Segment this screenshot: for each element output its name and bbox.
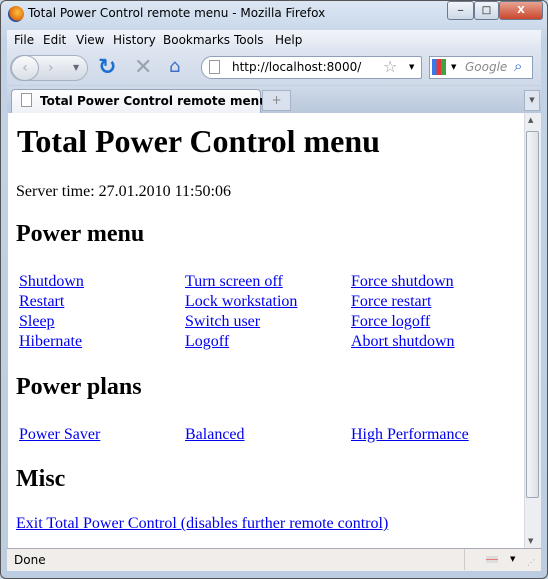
status-addon-icon[interactable] (486, 556, 498, 563)
power-menu-heading: Power menu (16, 221, 145, 247)
url-text[interactable]: http://localhost:8000/ (232, 60, 361, 74)
abort-shutdown-link[interactable]: Abort shutdown (351, 333, 455, 351)
status-divider (464, 549, 465, 570)
misc-heading: Misc (16, 466, 66, 492)
hibernate-link[interactable]: Hibernate (19, 333, 82, 351)
logoff-link[interactable]: Logoff (185, 333, 229, 351)
menu-edit[interactable]: Edit (43, 33, 66, 47)
new-tab-button[interactable]: + (262, 90, 291, 111)
menu-tools[interactable]: Tools (234, 33, 264, 47)
restart-link[interactable]: Restart (19, 293, 64, 311)
firefox-logo-icon (8, 6, 24, 22)
power-plans-heading: Power plans (16, 374, 142, 400)
search-placeholder: Google (465, 60, 508, 74)
scroll-up-icon[interactable]: ▲ (528, 116, 533, 124)
scrollbar-thumb[interactable] (526, 131, 539, 498)
tab-page-icon (21, 93, 32, 107)
menu-history[interactable]: History (113, 33, 156, 47)
reload-icon[interactable]: ↻ (98, 55, 116, 80)
high-performance-link[interactable]: High Performance (351, 426, 469, 444)
page-content: Total Power Control menu Server time: 27… (8, 113, 524, 548)
turn-screen-off-link[interactable]: Turn screen off (185, 273, 283, 291)
status-text: Done (14, 553, 46, 567)
engine-dropdown-icon[interactable]: ▼ (451, 63, 456, 71)
scroll-down-icon[interactable]: ▼ (528, 537, 533, 545)
menu-view[interactable]: View (76, 33, 104, 47)
maximize-button[interactable]: □ (474, 1, 499, 20)
status-dropdown-icon[interactable]: ▼ (510, 555, 515, 563)
bookmark-star-icon[interactable]: ☆ (383, 57, 397, 76)
force-logoff-link[interactable]: Force logoff (351, 313, 430, 331)
search-icon[interactable]: ⌕ (514, 57, 522, 75)
forward-icon[interactable]: › (48, 60, 54, 76)
power-saver-link[interactable]: Power Saver (19, 426, 100, 444)
page-title: Total Power Control menu (17, 123, 380, 159)
url-dropdown-icon[interactable]: ▼ (409, 63, 414, 71)
stop-icon[interactable]: ✕ (134, 55, 152, 80)
menu-file[interactable]: File (14, 33, 34, 47)
page-icon (209, 60, 220, 74)
shutdown-link[interactable]: Shutdown (19, 273, 84, 291)
status-bar (7, 548, 541, 571)
close-button[interactable]: X (499, 1, 543, 20)
menu-bookmarks[interactable]: Bookmarks (163, 33, 230, 47)
sleep-link[interactable]: Sleep (19, 313, 55, 331)
balanced-link[interactable]: Balanced (185, 426, 245, 444)
server-time: Server time: 27.01.2010 11:50:06 (16, 183, 231, 200)
lock-workstation-link[interactable]: Lock workstation (185, 293, 297, 311)
exit-link[interactable]: Exit Total Power Control (disables furth… (16, 515, 388, 533)
history-dropdown-icon[interactable]: ▼ (73, 63, 79, 72)
tab-title: Total Power Control remote menu (40, 94, 268, 108)
window-title: Total Power Control remote menu - Mozill… (28, 6, 326, 20)
minimize-button[interactable]: ‒ (447, 1, 474, 20)
force-shutdown-link[interactable]: Force shutdown (351, 273, 454, 291)
resize-grip-icon[interactable]: ⋰ (527, 558, 535, 567)
tab-list-icon[interactable]: ▼ (524, 90, 540, 111)
google-engine-icon[interactable] (432, 59, 446, 75)
menu-help[interactable]: Help (275, 33, 302, 47)
back-icon[interactable]: ‹ (11, 55, 39, 81)
switch-user-link[interactable]: Switch user (185, 313, 260, 331)
home-icon[interactable]: ⌂ (169, 56, 180, 77)
force-restart-link[interactable]: Force restart (351, 293, 431, 311)
